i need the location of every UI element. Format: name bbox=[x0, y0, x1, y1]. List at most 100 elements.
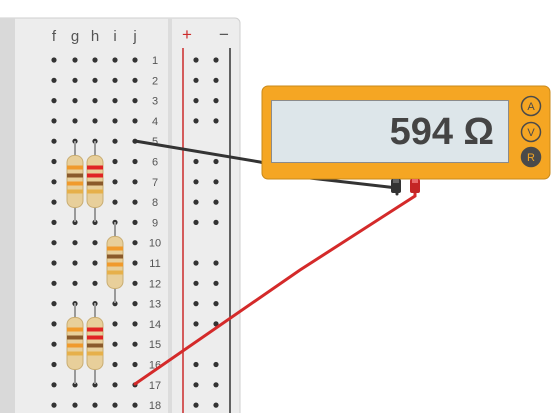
breadboard-hole[interactable] bbox=[92, 280, 98, 286]
breadboard-hole[interactable] bbox=[132, 260, 138, 266]
breadboard-hole[interactable] bbox=[51, 98, 57, 104]
rail-hole[interactable] bbox=[193, 321, 199, 327]
breadboard-hole[interactable] bbox=[132, 118, 138, 124]
multimeter-reading: 594 Ω bbox=[389, 111, 494, 153]
rail-hole[interactable] bbox=[193, 158, 199, 165]
rail-hole[interactable] bbox=[193, 199, 199, 205]
rail-hole[interactable] bbox=[213, 301, 219, 307]
rail-hole[interactable] bbox=[213, 77, 219, 83]
breadboard-hole[interactable] bbox=[72, 118, 78, 124]
rail-hole[interactable] bbox=[213, 199, 219, 205]
breadboard-hole[interactable] bbox=[72, 98, 78, 104]
breadboard-hole[interactable] bbox=[112, 321, 118, 327]
breadboard-hole[interactable] bbox=[51, 361, 57, 368]
breadboard-hole[interactable] bbox=[92, 240, 98, 246]
breadboard-hole[interactable] bbox=[112, 77, 118, 83]
rail-hole[interactable] bbox=[193, 98, 199, 104]
rail-hole[interactable] bbox=[193, 361, 199, 368]
breadboard-hole[interactable] bbox=[51, 57, 57, 63]
breadboard-hole[interactable] bbox=[132, 361, 138, 368]
breadboard-hole[interactable] bbox=[132, 199, 138, 205]
rail-hole[interactable] bbox=[193, 57, 199, 63]
rail-hole[interactable] bbox=[213, 219, 219, 225]
breadboard-hole[interactable] bbox=[92, 77, 98, 83]
breadboard-hole[interactable] bbox=[72, 57, 78, 63]
breadboard-hole[interactable] bbox=[132, 158, 138, 165]
breadboard-hole[interactable] bbox=[72, 240, 78, 246]
rail-hole[interactable] bbox=[213, 280, 219, 286]
breadboard-hole[interactable] bbox=[51, 240, 57, 246]
breadboard-hole[interactable] bbox=[51, 402, 57, 408]
breadboard-hole[interactable] bbox=[132, 402, 138, 408]
breadboard-hole[interactable] bbox=[112, 199, 118, 205]
rail-hole[interactable] bbox=[193, 219, 199, 225]
breadboard-hole[interactable] bbox=[92, 57, 98, 63]
breadboard-hole[interactable] bbox=[72, 280, 78, 286]
breadboard-hole[interactable] bbox=[51, 199, 57, 205]
rail-hole[interactable] bbox=[213, 158, 219, 165]
breadboard-hole[interactable] bbox=[132, 321, 138, 327]
breadboard-hole[interactable] bbox=[132, 77, 138, 83]
rail-hole[interactable] bbox=[193, 260, 199, 266]
breadboard-hole[interactable] bbox=[112, 402, 118, 408]
breadboard-hole[interactable] bbox=[72, 77, 78, 83]
breadboard-hole[interactable] bbox=[51, 179, 57, 185]
rail-hole[interactable] bbox=[213, 382, 219, 388]
breadboard-hole[interactable] bbox=[51, 138, 57, 144]
rail-hole[interactable] bbox=[193, 280, 199, 286]
breadboard-hole[interactable] bbox=[51, 77, 57, 83]
breadboard-hole[interactable] bbox=[112, 98, 118, 104]
rail-hole[interactable] bbox=[213, 98, 219, 104]
mode-button-a[interactable]: A bbox=[520, 95, 542, 117]
resistor-band bbox=[67, 189, 83, 194]
breadboard-hole[interactable] bbox=[132, 98, 138, 104]
breadboard-hole[interactable] bbox=[92, 402, 98, 408]
breadboard-hole[interactable] bbox=[112, 382, 118, 388]
rail-hole[interactable] bbox=[193, 402, 199, 408]
breadboard-hole[interactable] bbox=[92, 118, 98, 124]
rail-hole[interactable] bbox=[213, 260, 219, 266]
workspace-canvas[interactable]: fghij + − 123456789101112131415161718 AVR bbox=[0, 0, 557, 413]
breadboard-hole[interactable] bbox=[51, 158, 57, 165]
rail-hole[interactable] bbox=[213, 57, 219, 63]
resistor-band bbox=[87, 181, 103, 186]
breadboard-hole[interactable] bbox=[112, 118, 118, 124]
breadboard-hole[interactable] bbox=[132, 301, 138, 307]
rail-hole[interactable] bbox=[213, 179, 219, 185]
breadboard-hole[interactable] bbox=[132, 280, 138, 286]
breadboard-hole[interactable] bbox=[51, 382, 57, 388]
breadboard-hole[interactable] bbox=[51, 118, 57, 124]
breadboard-hole[interactable] bbox=[112, 341, 118, 347]
rail-hole[interactable] bbox=[213, 118, 219, 124]
breadboard-hole[interactable] bbox=[112, 179, 118, 185]
breadboard-hole[interactable] bbox=[72, 402, 78, 408]
breadboard-hole[interactable] bbox=[92, 260, 98, 266]
breadboard-hole[interactable] bbox=[132, 179, 138, 185]
mode-button-r[interactable]: R bbox=[520, 146, 542, 168]
breadboard-hole[interactable] bbox=[51, 260, 57, 266]
rail-hole[interactable] bbox=[193, 301, 199, 307]
breadboard-hole[interactable] bbox=[112, 158, 118, 165]
breadboard-hole[interactable] bbox=[112, 138, 118, 144]
breadboard-hole[interactable] bbox=[132, 240, 138, 246]
breadboard-hole[interactable] bbox=[92, 98, 98, 104]
breadboard-hole[interactable] bbox=[112, 361, 118, 368]
rail-hole[interactable] bbox=[193, 118, 199, 124]
breadboard-hole[interactable] bbox=[51, 321, 57, 327]
rail-hole[interactable] bbox=[193, 382, 199, 388]
rail-hole[interactable] bbox=[193, 179, 199, 185]
breadboard-hole[interactable] bbox=[72, 260, 78, 266]
breadboard-hole[interactable] bbox=[51, 219, 57, 225]
rail-hole[interactable] bbox=[213, 361, 219, 368]
breadboard-hole[interactable] bbox=[132, 219, 138, 225]
breadboard-hole[interactable] bbox=[132, 341, 138, 347]
breadboard-hole[interactable] bbox=[112, 57, 118, 63]
rail-hole[interactable] bbox=[193, 77, 199, 83]
breadboard-hole[interactable] bbox=[51, 301, 57, 307]
resistor-band bbox=[87, 351, 103, 356]
breadboard-hole[interactable] bbox=[51, 341, 57, 347]
breadboard-hole[interactable] bbox=[132, 57, 138, 63]
breadboard-hole[interactable] bbox=[51, 280, 57, 286]
mode-button-v[interactable]: V bbox=[520, 121, 542, 143]
rail-hole[interactable] bbox=[213, 402, 219, 408]
